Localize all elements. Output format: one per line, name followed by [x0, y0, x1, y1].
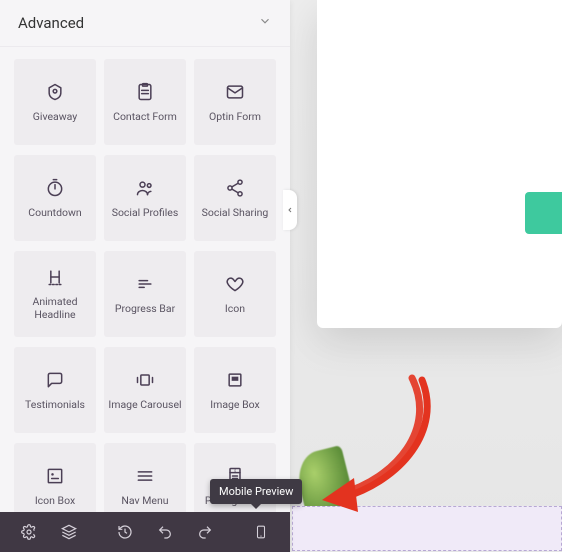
settings-button[interactable] — [10, 512, 48, 552]
widget-label: Giveaway — [29, 111, 82, 124]
widget-giveaway[interactable]: Giveaway — [14, 59, 96, 145]
widget-label: Progress Bar — [111, 303, 179, 316]
widget-label: Social Profiles — [108, 207, 183, 220]
widget-label: Animated Headline — [28, 296, 81, 321]
undo-button[interactable] — [146, 512, 184, 552]
layers-button[interactable] — [50, 512, 88, 552]
widget-image-carousel[interactable]: Image Carousel — [104, 347, 186, 433]
widget-nav-menu[interactable]: Nav Menu — [104, 443, 186, 512]
menu-icon — [135, 465, 155, 487]
widget-label: Contact Form — [109, 111, 181, 124]
section-title: Advanced — [18, 14, 84, 32]
people-icon — [135, 177, 155, 199]
history-button[interactable] — [106, 512, 144, 552]
redo-button[interactable] — [186, 512, 224, 552]
preview-card — [317, 0, 562, 328]
carousel-icon — [135, 369, 155, 391]
widget-label: Optin Form — [205, 111, 265, 124]
widget-social-profiles[interactable]: Social Profiles — [104, 155, 186, 241]
widget-progress-bar[interactable]: Progress Bar — [104, 251, 186, 337]
svg-text:$: $ — [234, 468, 236, 473]
widget-label: Social Sharing — [198, 207, 273, 220]
widget-label: Icon — [221, 303, 249, 316]
widget-label: Nav Menu — [117, 495, 172, 508]
widget-label: Countdown — [24, 207, 85, 220]
mail-icon — [225, 81, 245, 103]
chevron-down-icon — [258, 14, 272, 32]
widget-icon-box[interactable]: Icon Box — [14, 443, 96, 512]
section-placeholder[interactable] — [292, 506, 562, 551]
widget-contact-form[interactable]: Contact Form — [104, 59, 186, 145]
bottom-toolbar — [0, 512, 290, 552]
widget-optin-form[interactable]: Optin Form — [194, 59, 276, 145]
mobile-preview-button[interactable] — [242, 512, 280, 552]
widget-label: Testimonials — [21, 399, 89, 412]
collapse-panel-handle[interactable] — [283, 190, 297, 230]
widget-social-sharing[interactable]: Social Sharing — [194, 155, 276, 241]
timer-icon — [45, 177, 65, 199]
chat-icon — [45, 369, 65, 391]
widget-label: Image Carousel — [104, 399, 185, 412]
widget-image-box[interactable]: Image Box — [194, 347, 276, 433]
form-icon — [135, 81, 155, 103]
share-icon — [225, 177, 245, 199]
mobile-preview-tooltip: Mobile Preview — [210, 479, 302, 504]
floating-action-button[interactable] — [525, 192, 562, 234]
heart-icon — [225, 273, 245, 295]
heading-icon — [45, 266, 65, 288]
section-header-advanced[interactable]: Advanced — [0, 0, 290, 47]
progress-icon — [135, 273, 155, 295]
iconbox-icon — [45, 465, 65, 487]
imagebox-icon — [225, 369, 245, 391]
widget-label: Icon Box — [31, 495, 79, 508]
widget-animated-headline[interactable]: Animated Headline — [14, 251, 96, 337]
widget-label: Image Box — [206, 399, 263, 412]
widget-countdown[interactable]: Countdown — [14, 155, 96, 241]
gift-icon — [45, 81, 65, 103]
widget-testimonials[interactable]: Testimonials — [14, 347, 96, 433]
widget-icon[interactable]: Icon — [194, 251, 276, 337]
widgets-panel: Advanced Giveaway Contact Form Optin For… — [0, 0, 290, 552]
widget-grid: Giveaway Contact Form Optin Form Countdo… — [0, 47, 290, 512]
